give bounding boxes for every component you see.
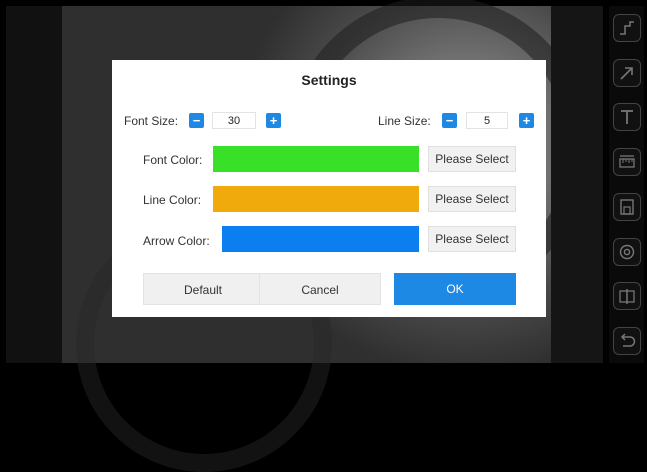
arrow-icon[interactable] (612, 58, 641, 87)
font-size-label: Font Size: (124, 114, 179, 128)
line-size-value[interactable]: 5 (466, 112, 508, 129)
line-color-swatch[interactable] (213, 186, 419, 212)
arrow-color-select-button[interactable]: Please Select (428, 226, 516, 252)
line-size-label: Line Size: (378, 114, 431, 128)
split-view-icon[interactable] (612, 282, 641, 311)
arrow-color-label: Arrow Color: (143, 234, 210, 248)
font-size-decrease-button[interactable]: − (189, 113, 204, 128)
text-icon[interactable] (612, 103, 641, 132)
font-color-swatch[interactable] (213, 146, 419, 172)
cancel-button[interactable]: Cancel (259, 273, 381, 305)
ok-button[interactable]: OK (394, 273, 516, 305)
arrow-color-swatch[interactable] (222, 226, 419, 252)
font-size-increase-button[interactable]: + (266, 113, 281, 128)
font-color-select-button[interactable]: Please Select (428, 146, 516, 172)
line-size-increase-button[interactable]: + (519, 113, 534, 128)
line-size-decrease-button[interactable]: − (442, 113, 457, 128)
font-size-value[interactable]: 30 (212, 112, 256, 129)
default-button[interactable]: Default (143, 273, 263, 305)
right-toolbar (609, 6, 644, 363)
line-color-label: Line Color: (143, 193, 202, 207)
line-color-select-button[interactable]: Please Select (428, 186, 516, 212)
settings-icon[interactable] (612, 237, 641, 266)
dialog-title: Settings (301, 72, 357, 88)
line-chart-icon[interactable] (612, 14, 641, 42)
settings-dialog: Settings Font Size: − 30 + Line Size: − … (112, 60, 546, 317)
save-icon[interactable] (612, 192, 641, 221)
undo-icon[interactable] (612, 326, 641, 355)
font-color-label: Font Color: (143, 153, 203, 167)
ruler-icon[interactable] (612, 148, 641, 177)
